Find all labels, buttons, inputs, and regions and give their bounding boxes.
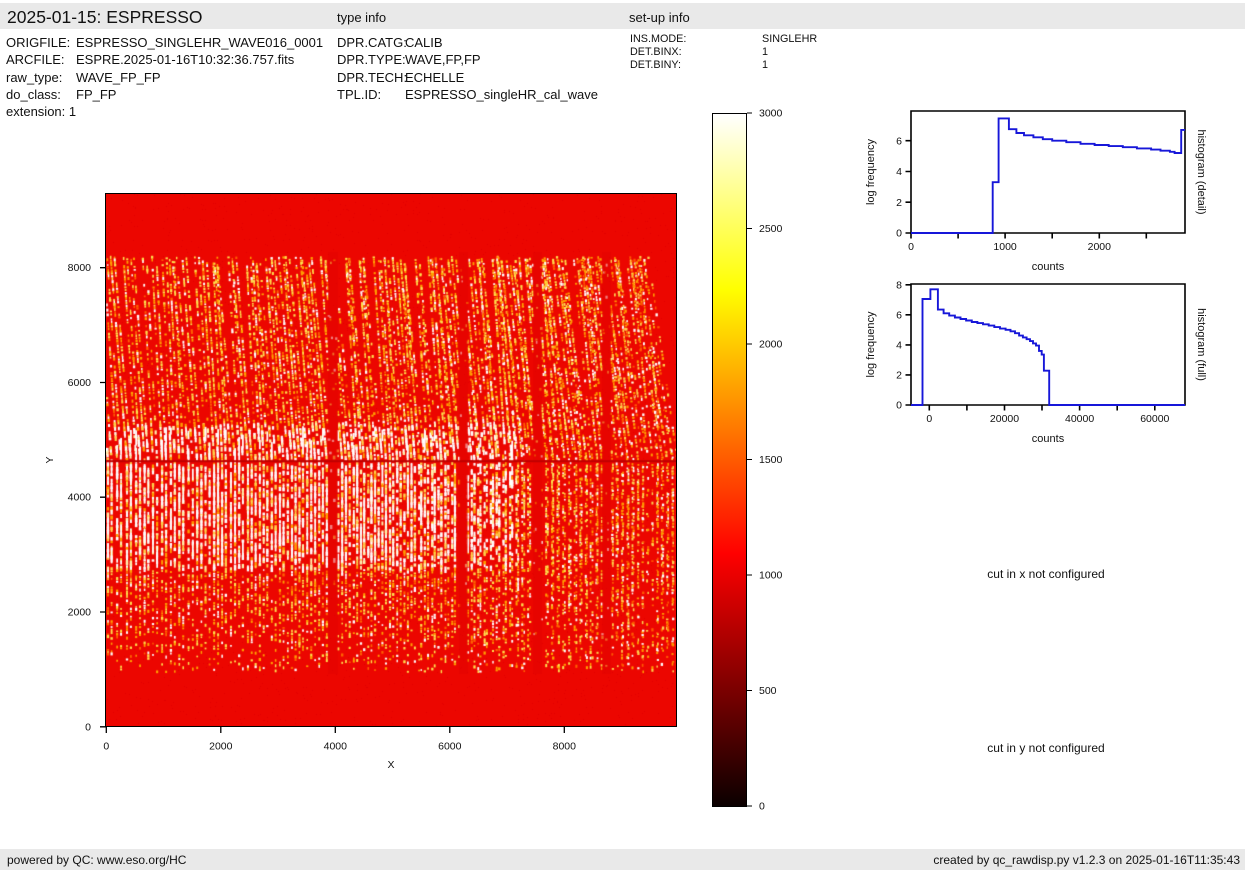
svg-text:0: 0	[896, 228, 902, 240]
svg-text:2000: 2000	[1088, 241, 1112, 253]
svg-text:60000: 60000	[1140, 413, 1169, 425]
svg-text:0: 0	[85, 721, 91, 733]
svg-text:0: 0	[759, 801, 765, 813]
svg-text:8: 8	[896, 279, 902, 291]
svg-text:1000: 1000	[759, 570, 783, 582]
svg-text:6: 6	[896, 310, 902, 322]
svg-text:6000: 6000	[68, 377, 92, 389]
svg-text:2500: 2500	[759, 223, 783, 235]
svg-text:40000: 40000	[1065, 413, 1094, 425]
svg-text:1000: 1000	[993, 241, 1017, 253]
svg-text:0: 0	[896, 400, 902, 412]
svg-text:4000: 4000	[68, 492, 92, 504]
svg-text:0: 0	[103, 741, 109, 753]
svg-text:4: 4	[896, 340, 902, 352]
svg-text:2000: 2000	[209, 741, 233, 753]
svg-text:2000: 2000	[68, 607, 92, 619]
svg-text:20000: 20000	[990, 413, 1019, 425]
svg-text:0: 0	[926, 413, 932, 425]
svg-text:2000: 2000	[759, 339, 783, 351]
svg-text:counts: counts	[1032, 433, 1065, 445]
svg-text:4000: 4000	[324, 741, 348, 753]
svg-text:8000: 8000	[553, 741, 577, 753]
svg-text:Y: Y	[44, 456, 56, 463]
svg-text:counts: counts	[1032, 261, 1065, 273]
svg-text:3000: 3000	[759, 108, 783, 120]
svg-text:X: X	[387, 759, 394, 771]
svg-text:histogram (detail): histogram (detail)	[1195, 130, 1207, 215]
svg-text:2: 2	[896, 197, 902, 209]
svg-text:8000: 8000	[68, 262, 92, 274]
svg-text:histogram (full): histogram (full)	[1195, 308, 1207, 381]
svg-text:4: 4	[896, 166, 902, 178]
svg-text:log frequency: log frequency	[865, 138, 877, 205]
svg-text:log frequency: log frequency	[865, 311, 877, 378]
svg-text:0: 0	[908, 241, 914, 253]
svg-text:6: 6	[896, 135, 902, 147]
svg-text:6000: 6000	[438, 741, 462, 753]
svg-text:2: 2	[896, 370, 902, 382]
svg-text:500: 500	[759, 685, 777, 697]
svg-text:1500: 1500	[759, 454, 783, 466]
